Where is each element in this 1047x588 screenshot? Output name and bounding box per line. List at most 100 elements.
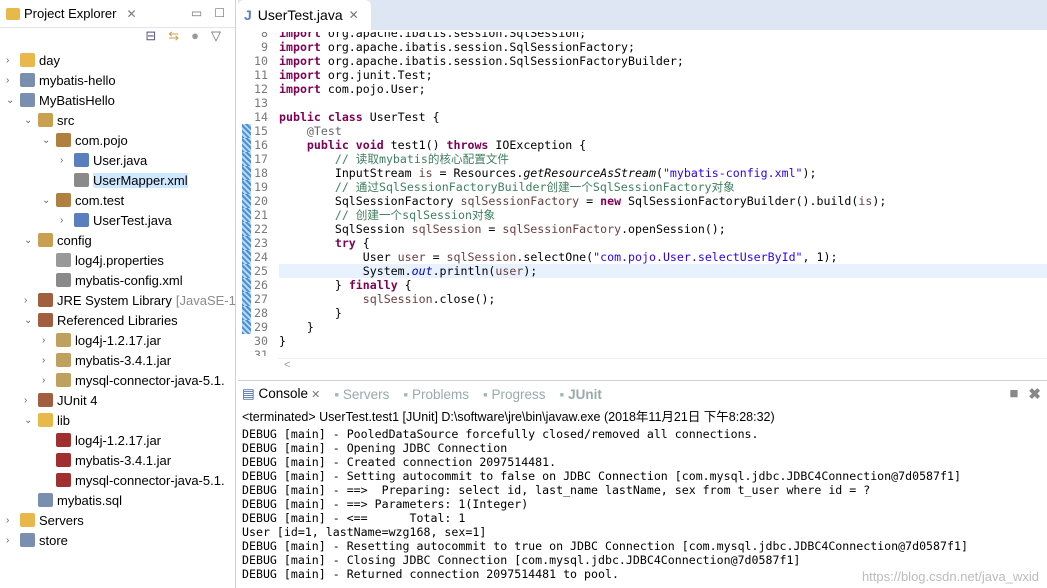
line-number: 22	[238, 222, 278, 236]
chevron-icon[interactable]: ⌄	[24, 235, 34, 246]
java-file-icon	[74, 213, 89, 227]
code-line[interactable]: import org.apache.ibatis.session.SqlSess…	[279, 40, 1047, 54]
chevron-icon[interactable]: ›	[6, 55, 16, 66]
chevron-icon[interactable]: ›	[24, 395, 34, 406]
chevron-icon[interactable]: ⌄	[42, 135, 52, 146]
tree-item[interactable]: mysql-connector-java-5.1.	[42, 470, 225, 490]
code-editor[interactable]: 8 import org.apache.ibatis.session.SqlSes…	[238, 32, 1047, 356]
tree-item[interactable]: mybatis-config.xml	[42, 270, 183, 290]
tree-item[interactable]: › log4j-1.2.17.jar	[42, 330, 161, 350]
view-menu-icon[interactable]: ▽	[211, 28, 221, 50]
close-icon[interactable]: ✕	[308, 389, 320, 401]
tree-item[interactable]: ⌄ Referenced Libraries	[24, 310, 178, 330]
code-line[interactable]: // 创建一个sqlSession对象	[279, 208, 1047, 222]
code-line[interactable]: }	[279, 334, 1047, 348]
tree-item[interactable]: › mybatis-hello	[6, 70, 116, 90]
close-icon[interactable]: ✕	[349, 8, 359, 22]
code-line[interactable]: import com.pojo.User;	[279, 82, 1047, 96]
filter-icon[interactable]: ●	[191, 28, 199, 50]
console-output[interactable]: DEBUG [main] - PooledDataSource forceful…	[238, 427, 1047, 581]
tree-item[interactable]: › UserTest.java	[60, 210, 172, 230]
code-line[interactable]: try {	[279, 236, 1047, 250]
line-number: 28	[238, 306, 278, 320]
code-token: user	[495, 264, 524, 278]
tree-item[interactable]: ⌄ lib	[24, 410, 70, 430]
code-token: import	[279, 68, 321, 82]
tab-junit[interactable]: ▪ JUnit	[560, 387, 602, 402]
chevron-icon[interactable]: ›	[60, 215, 70, 226]
code-line[interactable]: }	[279, 306, 1047, 320]
tab-servers[interactable]: ▪ Servers	[334, 387, 389, 402]
chevron-icon[interactable]: ⌄	[24, 415, 34, 426]
code-line[interactable]: SqlSession sqlSession = sqlSessionFactor…	[279, 222, 1047, 236]
remove-launch-icon[interactable]: ✖	[1028, 385, 1041, 403]
line-number-text: 9	[261, 40, 268, 54]
close-icon[interactable]: ✕	[126, 7, 136, 21]
tree-item[interactable]: ⌄ com.pojo	[42, 130, 128, 150]
change-marker	[242, 208, 251, 222]
chevron-icon[interactable]: ⌄	[24, 115, 34, 126]
code-line[interactable]: SqlSessionFactory sqlSessionFactory = ne…	[279, 194, 1047, 208]
code-line[interactable]: import org.junit.Test;	[279, 68, 1047, 82]
tree-item[interactable]: › JUnit 4	[24, 390, 97, 410]
tree-item[interactable]: ⌄ MyBatisHello	[6, 90, 115, 110]
tree-item[interactable]: UserMapper.xml	[60, 170, 188, 190]
tree-item[interactable]: log4j.properties	[42, 250, 164, 270]
code-line[interactable]	[279, 348, 1047, 356]
tree-item-label: mysql-connector-java-5.1.	[75, 472, 225, 488]
tab-console[interactable]: ▤ Console ✕	[242, 386, 320, 402]
tree-item[interactable]: ⌄ com.test	[42, 190, 124, 210]
horizontal-scrollbar[interactable]: <	[278, 358, 1047, 374]
chevron-icon[interactable]: ›	[42, 335, 52, 346]
code-line[interactable]: User user = sqlSession.selectOne("com.po…	[279, 250, 1047, 264]
chevron-icon[interactable]: ›	[6, 535, 16, 546]
chevron-icon[interactable]: ›	[42, 355, 52, 366]
collapse-all-icon[interactable]: ⊟	[145, 28, 156, 50]
tree-item[interactable]: mybatis.sql	[24, 490, 122, 510]
minimize-icon[interactable]: ▭	[191, 6, 202, 20]
code-line[interactable]	[279, 96, 1047, 110]
code-line[interactable]: import org.apache.ibatis.session.SqlSess…	[279, 54, 1047, 68]
code-line[interactable]: // 通过SqlSessionFactoryBuilder创建一个SqlSess…	[279, 180, 1047, 194]
tree-item[interactable]: ⌄ src	[24, 110, 74, 130]
code-line[interactable]: // 读取mybatis的核心配置文件	[279, 152, 1047, 166]
code-line[interactable]: InputStream is = Resources.getResourceAs…	[279, 166, 1047, 180]
tree-item[interactable]: › day	[6, 50, 60, 70]
chevron-icon[interactable]: ⌄	[42, 195, 52, 206]
chevron-icon[interactable]: ›	[6, 515, 16, 526]
terminate-icon[interactable]: ■	[1009, 385, 1018, 403]
chevron-icon[interactable]: ⌄	[24, 315, 34, 326]
tree-item-label: log4j-1.2.17.jar	[75, 432, 161, 448]
tab-problems[interactable]: ▪ Problems	[403, 387, 469, 402]
code-line[interactable]: } finally {	[279, 278, 1047, 292]
tree-item[interactable]: › User.java	[60, 150, 147, 170]
code-line[interactable]: import org.apache.ibatis.session.SqlSess…	[279, 32, 1047, 40]
code-line[interactable]: sqlSession.close();	[279, 292, 1047, 306]
chevron-icon[interactable]: ›	[60, 155, 70, 166]
code-line[interactable]: public void test1() throws IOException {	[279, 138, 1047, 152]
link-editor-icon[interactable]: ⇆	[168, 28, 179, 50]
tab-progress[interactable]: ▪ Progress	[483, 387, 546, 402]
code-token: UserTest {	[362, 110, 440, 124]
code-line[interactable]: @Test	[279, 124, 1047, 138]
maximize-icon[interactable]: ☐	[214, 6, 225, 20]
tree-item[interactable]: › mybatis-3.4.1.jar	[42, 350, 171, 370]
code-line[interactable]: System.out.println(user);	[279, 264, 1047, 278]
code-line[interactable]: public class UserTest {	[279, 110, 1047, 124]
console-icon: ▤	[242, 386, 259, 401]
jar-icon	[56, 353, 71, 367]
tree-item[interactable]: › mysql-connector-java-5.1.	[42, 370, 225, 390]
code-token: sqlSession	[446, 250, 517, 264]
code-line[interactable]: }	[279, 320, 1047, 334]
tree-item[interactable]: mybatis-3.4.1.jar	[42, 450, 171, 470]
editor-tab-usertest[interactable]: J UserTest.java ✕	[238, 0, 371, 30]
tree-item[interactable]: › Servers	[6, 510, 84, 530]
tree-item[interactable]: log4j-1.2.17.jar	[42, 430, 161, 450]
tree-item[interactable]: ⌄ config	[24, 230, 92, 250]
chevron-icon[interactable]: ›	[6, 75, 16, 86]
tree-item[interactable]: › JRE System Library [JavaSE-1	[24, 290, 236, 310]
chevron-icon[interactable]: ›	[24, 295, 34, 306]
chevron-icon[interactable]: ⌄	[6, 95, 16, 106]
chevron-icon[interactable]: ›	[42, 375, 52, 386]
tree-item[interactable]: › store	[6, 530, 68, 550]
